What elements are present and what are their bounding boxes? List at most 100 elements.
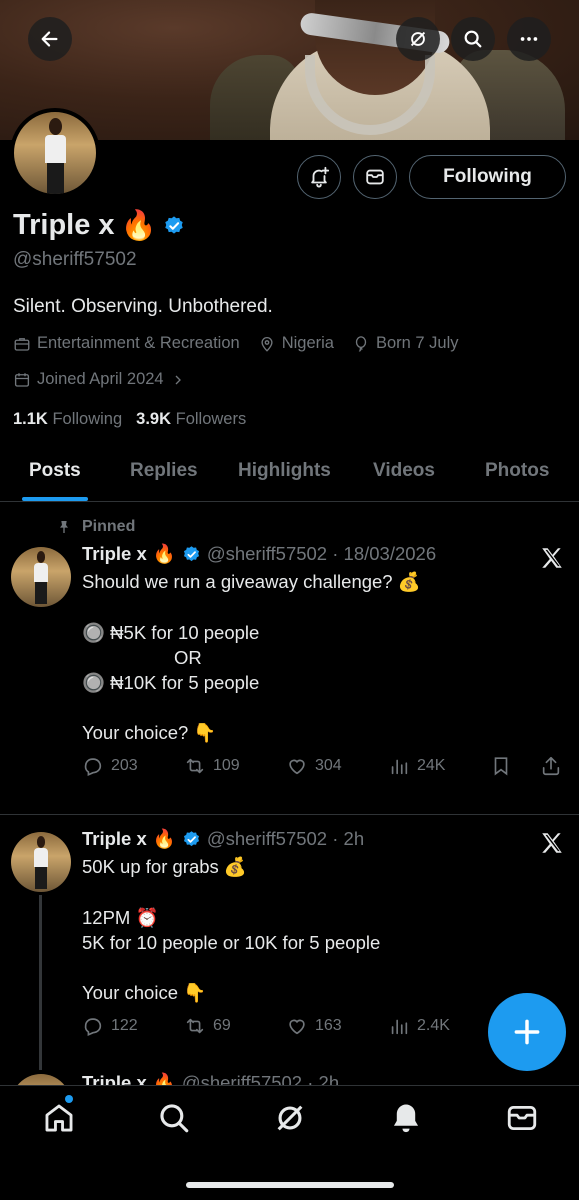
post-text-line: Should we run a giveaway challenge? 💰 — [82, 571, 421, 592]
active-tab-indicator — [22, 497, 88, 501]
post-avatar[interactable] — [11, 832, 71, 892]
post-text-line: 🔘 ₦5K for 10 people — [82, 622, 260, 643]
mail-icon — [366, 169, 384, 185]
post-divider — [0, 814, 579, 815]
profile-name: Triple x 🔥 — [13, 208, 185, 243]
views-icon — [391, 759, 408, 775]
search-icon — [464, 30, 482, 48]
views-button[interactable]: 24K — [388, 755, 445, 777]
home-indicator — [186, 1182, 394, 1188]
more-icon — [520, 37, 538, 41]
post-actions: 203 109 304 24K — [82, 755, 567, 781]
grok-button[interactable] — [396, 17, 440, 61]
notification-add-icon — [311, 166, 330, 188]
grok-icon — [410, 31, 426, 47]
follow-stats: 1.1K Following 3.9K Followers — [13, 410, 246, 429]
post-avatar[interactable] — [11, 547, 71, 607]
mail-icon[interactable] — [505, 1101, 539, 1135]
fire-emoji: 🔥 — [120, 208, 157, 242]
post-text-line: 🔘 ₦10K for 5 people — [82, 672, 260, 693]
pinned-indicator: Pinned — [56, 518, 135, 536]
bookmark-icon — [494, 757, 508, 776]
avatar-person — [24, 836, 58, 890]
profile-handle: @sheriff57502 — [13, 249, 137, 270]
back-arrow-icon — [41, 31, 58, 47]
like-button[interactable]: 163 — [286, 1015, 342, 1037]
avatar-person — [24, 551, 58, 605]
chevron-right-icon — [175, 375, 181, 384]
share-icon — [542, 756, 560, 776]
verified-icon — [164, 215, 183, 234]
following-button[interactable]: Following — [409, 155, 566, 199]
avatar-person — [30, 118, 80, 194]
message-button[interactable] — [353, 155, 397, 199]
profile-joined[interactable]: Joined April 2024 — [13, 370, 186, 389]
bookmark-button[interactable] — [490, 755, 512, 777]
tab-highlights[interactable]: Highlights — [238, 460, 331, 482]
grok-icon[interactable] — [273, 1101, 307, 1135]
verified-icon — [183, 830, 199, 846]
post-header: Triple x 🔥 @sheriff57502 · 2h — [82, 1072, 340, 1085]
search-button[interactable] — [451, 17, 495, 61]
repost-button[interactable]: 69 — [184, 1015, 231, 1037]
home-notification-dot — [65, 1095, 73, 1103]
calendar-icon — [14, 372, 30, 387]
x-logo-icon — [542, 833, 562, 853]
compose-button[interactable] — [488, 993, 566, 1071]
reply-icon — [84, 758, 102, 776]
post-text-line: OR — [174, 647, 202, 668]
profile-name-text: Triple x — [13, 209, 115, 241]
notify-button[interactable] — [297, 155, 341, 199]
reply-button[interactable]: 122 — [82, 1015, 138, 1037]
balloon-icon — [355, 335, 367, 352]
profile-birthday: Born 7 July — [352, 334, 459, 353]
location-icon — [261, 336, 273, 352]
post-avatar[interactable] — [11, 1074, 71, 1085]
share-button[interactable] — [540, 755, 562, 777]
profile-joined-row[interactable]: Joined April 2024 — [13, 370, 186, 389]
plus-icon — [514, 1019, 540, 1045]
following-stat[interactable]: 1.1K Following — [13, 410, 122, 429]
profile-tabs: Posts Replies Highlights Videos Photos — [0, 448, 579, 502]
tab-posts[interactable]: Posts — [29, 460, 81, 482]
views-icon — [391, 1019, 408, 1035]
tab-videos[interactable]: Videos — [373, 460, 435, 482]
post-partial: Triple x 🔥 @sheriff57502 · 2h — [0, 1068, 579, 1085]
reply-button[interactable]: 203 — [82, 755, 138, 777]
post-text-line: Your choice? 👇 — [82, 722, 217, 743]
thread-line — [39, 895, 42, 1070]
profile-location: Nigeria — [258, 334, 334, 353]
repost-icon — [186, 758, 204, 774]
x-logo-icon — [542, 548, 562, 568]
post-text-line: Your choice 👇 — [82, 982, 207, 1003]
like-icon — [289, 759, 305, 775]
post-header: Triple x 🔥 @sheriff57502 · 18/03/2026 — [82, 543, 437, 565]
verified-icon — [183, 545, 199, 561]
bottom-navigation — [0, 1085, 579, 1200]
profile-avatar[interactable] — [10, 108, 100, 198]
views-button[interactable]: 2.4K — [388, 1015, 450, 1037]
post-text-line: 5K for 10 people or 10K for 5 people — [82, 932, 381, 953]
repost-button[interactable]: 109 — [184, 755, 240, 777]
repost-icon — [186, 1018, 204, 1034]
briefcase-icon — [14, 337, 30, 351]
bell-icon[interactable] — [389, 1101, 423, 1135]
followers-stat[interactable]: 3.9K Followers — [136, 410, 246, 429]
more-button[interactable] — [507, 17, 551, 61]
profile-meta-row: Entertainment & Recreation Nigeria Born … — [13, 334, 459, 353]
like-icon — [289, 1019, 305, 1035]
like-button[interactable]: 304 — [286, 755, 342, 777]
post-text-line: 12PM ⏰ — [82, 907, 159, 928]
reply-icon — [84, 1018, 102, 1036]
pin-icon — [60, 521, 68, 533]
post-header: Triple x 🔥 @sheriff57502 · 2h — [82, 828, 365, 850]
tab-photos[interactable]: Photos — [485, 460, 549, 482]
home-icon[interactable] — [42, 1101, 76, 1135]
search-icon[interactable] — [157, 1101, 191, 1135]
profile-banner[interactable] — [0, 0, 579, 140]
back-button[interactable] — [28, 17, 72, 61]
profile-bio: Silent. Observing. Unbothered. — [13, 296, 273, 317]
post-text-line: 50K up for grabs 💰 — [82, 856, 247, 877]
profile-category: Entertainment & Recreation — [13, 334, 240, 353]
tab-replies[interactable]: Replies — [130, 460, 198, 482]
